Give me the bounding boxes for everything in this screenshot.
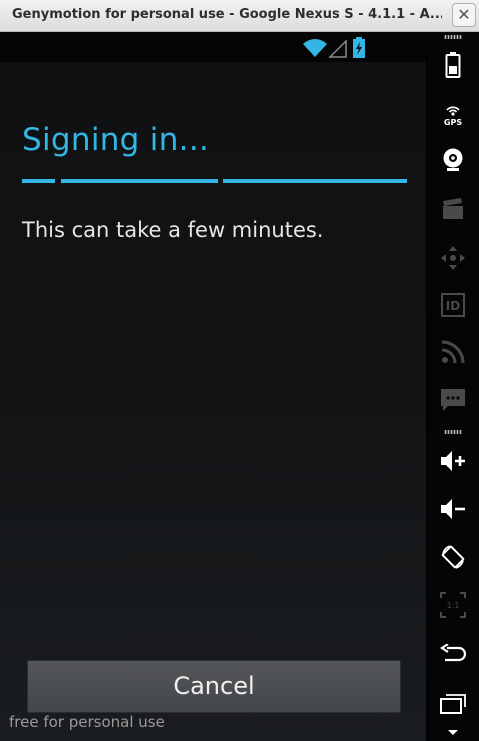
close-button[interactable]: ✕: [452, 3, 476, 27]
rotate-icon: [441, 545, 465, 569]
window-titlebar: Genymotion for personal use - Google Nex…: [0, 0, 479, 32]
back-icon: [440, 644, 466, 662]
dpad-icon: [441, 246, 465, 270]
cancel-button[interactable]: Cancel: [27, 660, 401, 713]
svg-text:ID: ID: [446, 299, 460, 313]
status-bar: [0, 32, 426, 62]
screencast-icon: [443, 198, 463, 219]
svg-text:1:1: 1:1: [447, 601, 460, 610]
progress-segment: [22, 179, 55, 183]
battery-button[interactable]: [427, 45, 479, 85]
recent-apps-icon: [440, 694, 466, 714]
camera-icon: [443, 148, 463, 171]
wifi-icon: [303, 39, 327, 57]
toolbar-grip-top[interactable]: [444, 35, 462, 39]
volume-up-button[interactable]: [427, 441, 479, 481]
device-id-icon: ID: [441, 293, 465, 317]
progress-segment: [223, 179, 407, 183]
screencast-button: [427, 189, 479, 229]
camera-button[interactable]: [427, 140, 479, 180]
battery-charging-icon: [353, 37, 365, 58]
dpad-button: [427, 238, 479, 278]
sms-button: [427, 380, 479, 420]
volume-up-icon: [441, 451, 465, 471]
android-screen: Signing in... This can take a few minute…: [0, 32, 427, 741]
status-message: This can take a few minutes.: [22, 218, 324, 242]
svg-text:GPS: GPS: [444, 118, 462, 127]
device-id-button: ID: [427, 285, 479, 325]
network-button: [427, 332, 479, 372]
sms-icon: [441, 389, 465, 411]
watermark: free for personal use: [9, 713, 165, 731]
volume-down-icon: [441, 499, 465, 519]
progress-segment: [61, 179, 218, 183]
battery-icon: [445, 52, 461, 78]
close-icon: ✕: [457, 5, 471, 24]
chevron-down-icon[interactable]: [447, 729, 459, 737]
cell-signal-icon: [328, 39, 347, 58]
page-title: Signing in...: [22, 122, 210, 158]
progress-indicator: [22, 179, 407, 184]
gps-button[interactable]: GPS: [427, 94, 479, 134]
rotate-button[interactable]: [427, 537, 479, 577]
recent-apps-button[interactable]: [427, 684, 479, 724]
scale-button: 1:1: [427, 585, 479, 625]
back-button[interactable]: [427, 634, 479, 674]
toolbar-grip-middle[interactable]: [444, 430, 462, 434]
network-icon: [441, 340, 465, 364]
volume-down-button[interactable]: [427, 489, 479, 529]
emulator-toolbar: GPS ID 1:1: [427, 32, 479, 741]
window-title: Genymotion for personal use - Google Nex…: [12, 7, 442, 22]
gps-icon: GPS: [444, 106, 462, 127]
scale-icon: 1:1: [440, 592, 466, 618]
